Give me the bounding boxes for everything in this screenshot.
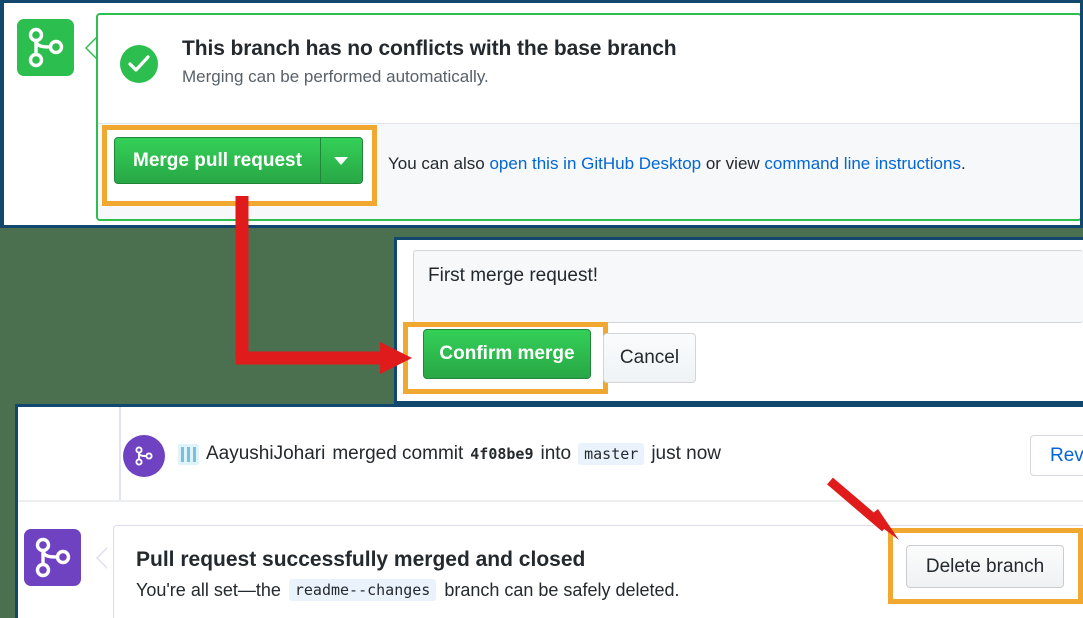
conflict-title: This branch has no conflicts with the ba…	[182, 37, 677, 60]
head-branch-chip: readme--changes	[288, 579, 437, 601]
check-circle-icon	[120, 45, 158, 83]
timeline-rail	[119, 407, 121, 500]
avatar-icon	[178, 443, 199, 465]
revert-button[interactable]: Revert	[1030, 435, 1083, 476]
confirm-merge-button[interactable]: Confirm merge	[423, 329, 591, 379]
section-divider	[18, 500, 1083, 502]
merge-note-suffix: .	[960, 154, 966, 173]
git-merge-icon	[24, 529, 81, 586]
merge-pull-request-button[interactable]: Merge pull request	[114, 137, 321, 184]
callout-notch-inner	[98, 548, 108, 568]
github-desktop-link[interactable]: open this in GitHub Desktop	[489, 154, 701, 173]
chevron-down-icon	[334, 156, 349, 165]
merge-status-panel: This branch has no conflicts with the ba…	[0, 0, 1083, 228]
git-merge-icon	[123, 435, 165, 477]
delete-branch-button[interactable]: Delete branch	[906, 545, 1064, 588]
cancel-button[interactable]: Cancel	[603, 333, 696, 383]
merge-note-middle: or view	[701, 154, 765, 173]
merge-status-box: This branch has no conflicts with the ba…	[96, 13, 1080, 221]
merge-helper-text: You can also open this in GitHub Desktop…	[388, 154, 966, 174]
conflict-subtitle: Merging can be performed automatically.	[182, 67, 489, 86]
merge-button-group-overlay: Merge pull request	[114, 137, 363, 184]
commit-message-field[interactable]: First merge request!	[413, 250, 1083, 323]
merge-note-prefix: You can also	[388, 154, 490, 173]
base-branch-chip[interactable]: master	[578, 443, 645, 465]
commit-timestamp: just now	[651, 443, 722, 464]
conflict-header: This branch has no conflicts with the ba…	[98, 15, 1080, 122]
commit-title-value: First merge request!	[428, 265, 598, 286]
commit-action-text: merged commit	[332, 443, 464, 464]
command-line-instructions-link[interactable]: command line instructions	[764, 154, 961, 173]
result-sub-suffix: branch can be safely deleted.	[444, 579, 680, 600]
git-merge-icon	[17, 19, 74, 76]
merged-commit-line: AayushiJohari merged commit 4f08be9 into…	[178, 443, 721, 465]
screenshot-stage: This branch has no conflicts with the ba…	[0, 0, 1083, 618]
result-sub-prefix: You're all set—the	[136, 579, 281, 600]
commit-into-text: into	[540, 443, 572, 464]
commit-sha[interactable]: 4f08be9	[470, 445, 533, 463]
commit-author[interactable]: AayushiJohari	[206, 443, 325, 465]
merge-dropdown-button[interactable]	[320, 137, 363, 184]
